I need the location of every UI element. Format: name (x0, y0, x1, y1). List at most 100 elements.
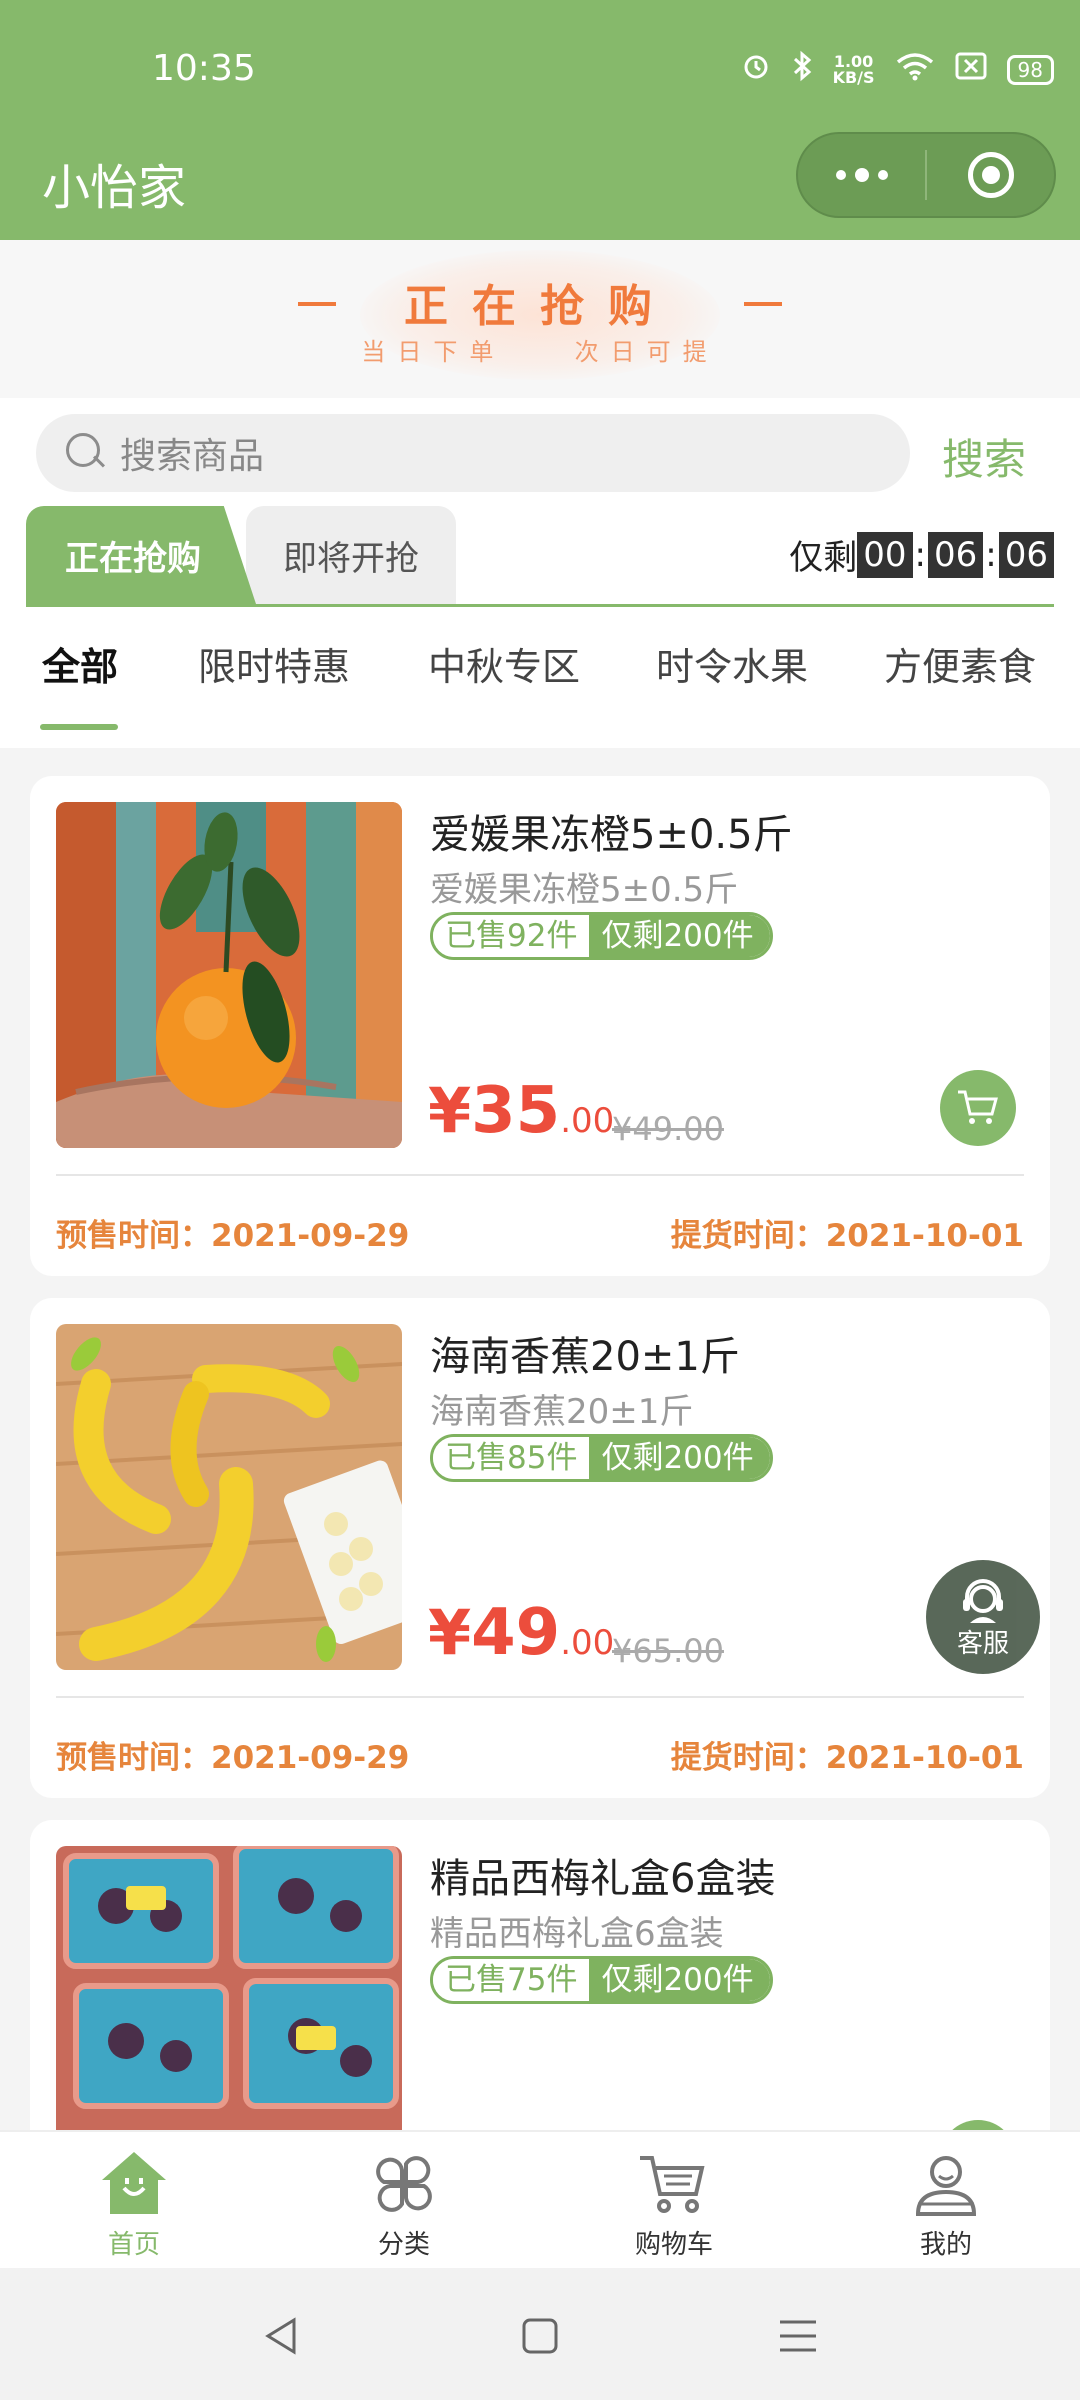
product-description: 海南香蕉20±1斤 (430, 1392, 694, 1432)
tab-profile[interactable]: 我的 (846, 2132, 1046, 2270)
original-price: ¥65.00 (612, 1632, 724, 1670)
tab-profile-label: 我的 (919, 2230, 972, 2260)
product-image-orange[interactable] (56, 802, 402, 1148)
wifi-icon (895, 51, 935, 89)
cart-icon (958, 1090, 998, 1124)
cart-icon (640, 2156, 705, 2213)
dot-icon (877, 170, 888, 180)
close-mini-program-button[interactable] (927, 152, 1054, 198)
product-stock-tags: 已售92件 仅剩200件 (430, 912, 773, 960)
bottom-tab-bar: 首页 分类 购物车 我的 (0, 2130, 1080, 2268)
remaining-count: 仅剩200件 (589, 1959, 770, 2001)
card-divider (56, 1174, 1024, 1176)
remaining-count: 仅剩200件 (589, 915, 770, 957)
dot-icon (835, 170, 846, 180)
target-icon (967, 152, 1014, 198)
product-price: ¥49.00 (428, 1596, 614, 1670)
search-placeholder: 搜索商品 (120, 436, 265, 477)
category-icon (376, 2156, 432, 2212)
product-card[interactable]: 爱媛果冻橙5±0.5斤 爱媛果冻橙5±0.5斤 已售92件 仅剩200件 ¥35… (30, 776, 1050, 1276)
app-title: 小怡家 (42, 160, 187, 216)
tab-cart[interactable]: 购物车 (574, 2132, 774, 2270)
tab-underline (26, 604, 1054, 607)
profile-icon (915, 2156, 977, 2216)
product-price: ¥35.00 (428, 1074, 614, 1148)
customer-service-label: 客服 (956, 1629, 1009, 1659)
category-vegetarian[interactable]: 方便素食 (884, 636, 1036, 691)
bluetooth-icon (791, 50, 813, 90)
product-stock-tags: 已售75件 仅剩200件 (430, 1956, 773, 2004)
price-integer: 49 (471, 1596, 561, 1670)
original-price: ¥49.00 (612, 1110, 724, 1148)
banner-title: 正在抢购 (404, 281, 676, 332)
add-to-cart-button[interactable] (940, 1070, 1016, 1146)
banner-subtitle-right: 次日可提 (574, 338, 719, 366)
sold-count: 已售85件 (433, 1437, 590, 1479)
presale-time: 预售时间：2021-09-29 (56, 1740, 410, 1776)
category-seasonal-fruit[interactable]: 时令水果 (656, 636, 808, 691)
category-all[interactable]: 全部 (42, 636, 118, 691)
home-nav-icon[interactable] (520, 2316, 560, 2356)
remaining-count: 仅剩200件 (589, 1437, 770, 1479)
pickup-time: 提货时间：2021-10-01 (670, 1740, 1024, 1776)
network-speed: 1.00 KB/S (833, 54, 875, 86)
price-integer: 35 (471, 1074, 561, 1148)
category-limited-deals[interactable]: 限时特惠 (198, 636, 350, 691)
product-description: 爱媛果冻橙5±0.5斤 (430, 870, 739, 910)
back-icon[interactable] (262, 2316, 302, 2356)
recent-apps-icon[interactable] (778, 2318, 818, 2354)
price-decimal: .00 (560, 1623, 615, 1663)
status-icons: 1.00 KB/S 98 (741, 50, 1054, 90)
product-image-banana[interactable] (56, 1324, 402, 1670)
product-description: 精品西梅礼盒6盒装 (430, 1914, 724, 1954)
product-name: 爱媛果冻橙5±0.5斤 (430, 812, 793, 858)
countdown-seconds: 06 (998, 531, 1054, 578)
price-symbol: ¥ (428, 1074, 472, 1147)
search-icon (66, 433, 106, 473)
product-card[interactable]: 海南香蕉20±1斤 海南香蕉20±1斤 已售85件 仅剩200件 ¥49.00 … (30, 1298, 1050, 1798)
flash-sale-banner: 正在抢购 当日下单 次日可提 (0, 240, 1080, 398)
category-underline (40, 724, 118, 730)
presale-time: 预售时间：2021-09-29 (56, 1218, 410, 1254)
tab-home-label: 首页 (107, 2230, 160, 2260)
price-symbol: ¥ (428, 1596, 472, 1669)
sold-count: 已售92件 (433, 915, 590, 957)
dot-icon (854, 168, 869, 182)
search-input[interactable]: 搜索商品 (36, 414, 910, 492)
speed-unit: KB/S (832, 68, 875, 87)
alarm-icon (741, 51, 771, 89)
headset-icon (963, 1579, 1003, 1623)
tab-category-label: 分类 (377, 2230, 430, 2260)
battery-indicator: 98 (1006, 55, 1054, 85)
tab-category[interactable]: 分类 (304, 2132, 504, 2270)
price-decimal: .00 (560, 1101, 615, 1141)
countdown-label: 仅剩 (789, 538, 858, 578)
countdown-minutes: 06 (928, 531, 984, 578)
search-button[interactable]: 搜索 (942, 426, 1026, 487)
tab-on-sale[interactable]: 正在抢购 (26, 506, 256, 604)
customer-service-button[interactable]: 客服 (926, 1560, 1040, 1674)
mini-program-capsule (796, 132, 1056, 218)
product-stock-tags: 已售85件 仅剩200件 (430, 1434, 773, 1482)
product-name: 海南香蕉20±1斤 (430, 1334, 740, 1380)
card-divider (56, 1696, 1024, 1698)
banner-subtitle-left: 当日下单 (361, 338, 506, 366)
app-header: 10:35 1.00 KB/S 98 小怡家 (0, 0, 1080, 240)
more-menu-button[interactable] (798, 168, 925, 182)
system-navigation-bar (0, 2268, 1080, 2400)
countdown-timer: 仅剩 00 : 06 : 06 (789, 530, 1054, 579)
tab-home[interactable]: 首页 (34, 2132, 234, 2270)
tab-cart-label: 购物车 (634, 2230, 713, 2260)
tab-upcoming[interactable]: 即将开抢 (246, 506, 456, 604)
category-tabs: 全部 限时特惠 中秋专区 时令水果 方便素食 (0, 636, 1080, 712)
status-time: 10:35 (152, 48, 256, 89)
home-icon (102, 2152, 166, 2214)
banner-subtitle: 当日下单 次日可提 (0, 332, 1080, 367)
sim-off-icon (955, 52, 987, 88)
category-mid-autumn[interactable]: 中秋专区 (428, 636, 580, 691)
search-and-filter-area: 搜索商品 搜索 即将开抢 正在抢购 仅剩 00 : 06 : 06 全部 限时特… (0, 398, 1080, 748)
pickup-time: 提货时间：2021-10-01 (670, 1218, 1024, 1254)
sold-count: 已售75件 (433, 1959, 590, 2001)
product-name: 精品西梅礼盒6盒装 (430, 1856, 776, 1902)
countdown-hours: 00 (857, 531, 913, 578)
